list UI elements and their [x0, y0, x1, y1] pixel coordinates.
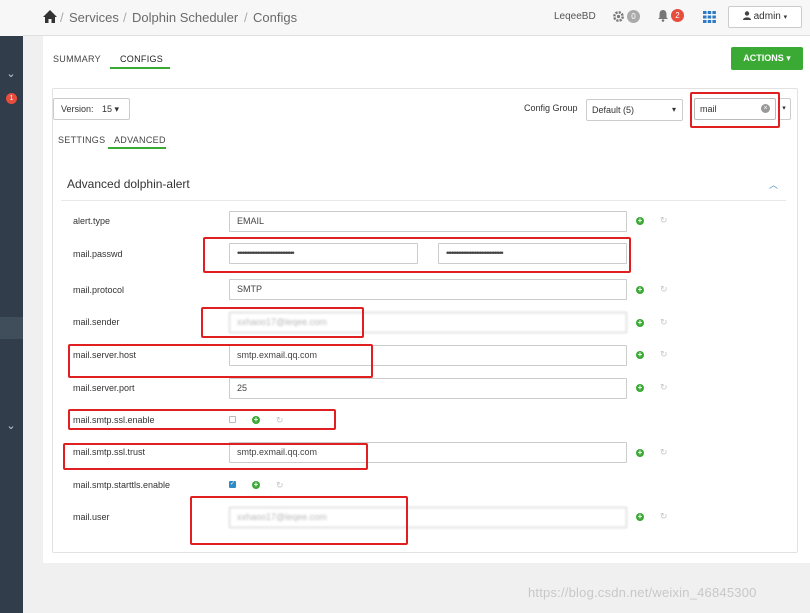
user-name: admin — [753, 11, 781, 22]
add-override-icon[interactable]: + — [636, 319, 644, 327]
version-value: 15 ▾ — [102, 104, 120, 114]
ops-count-badge: 0 — [627, 10, 640, 23]
starttls-enable-checkbox[interactable]: ✓ — [229, 481, 236, 488]
undo-icon[interactable]: ↻ — [660, 216, 669, 225]
undo-icon[interactable]: ↻ — [660, 350, 669, 359]
user-menu-button[interactable]: admin ▾ — [728, 6, 802, 28]
active-inner-tab-indicator — [108, 147, 166, 149]
property-label: alert.type — [73, 216, 111, 226]
add-override-icon[interactable]: + — [252, 481, 260, 489]
sidebar-active-item[interactable] — [0, 317, 23, 339]
cluster-name[interactable]: LeqeeBD — [554, 11, 596, 22]
add-override-icon[interactable]: + — [636, 384, 644, 392]
property-label: mail.smtp.starttls.enable — [73, 480, 171, 490]
breadcrumb-configs: Configs — [253, 10, 298, 25]
background-ops-button[interactable]: 0 — [612, 10, 640, 24]
notification-badge: 1 — [6, 93, 17, 104]
annotation-box — [68, 409, 336, 430]
breadcrumb-separator: / — [60, 10, 64, 25]
tab-settings[interactable]: SETTINGS — [58, 135, 105, 145]
left-sidebar: ⌄ 1 ⌄ — [0, 0, 23, 613]
annotation-box — [63, 443, 368, 470]
bell-icon — [658, 10, 668, 22]
home-icon[interactable] — [42, 9, 58, 24]
config-group-value: Default (5) — [592, 105, 635, 115]
caret-down-icon: ▾ — [782, 105, 786, 112]
add-override-icon[interactable]: + — [636, 351, 644, 359]
tab-configs[interactable]: CONFIGS — [120, 54, 163, 64]
undo-icon[interactable]: ↻ — [660, 285, 669, 294]
active-tab-indicator — [110, 67, 170, 69]
breadcrumb-separator: / — [244, 10, 248, 25]
add-override-icon[interactable]: + — [636, 513, 644, 521]
add-override-icon[interactable]: + — [636, 286, 644, 294]
property-input-alert-type[interactable]: EMAIL — [229, 211, 627, 232]
alerts-count-badge: 2 — [671, 9, 684, 22]
caret-down-icon: ▾ — [671, 105, 676, 114]
chevron-down-icon[interactable]: ⌄ — [6, 421, 16, 432]
annotation-box — [68, 344, 373, 378]
chevron-down-icon[interactable]: ⌄ — [6, 69, 16, 80]
version-dropdown[interactable]: Version: 15 ▾ — [53, 98, 130, 120]
alerts-button[interactable]: 2 — [657, 9, 684, 23]
property-label: mail.passwd — [73, 249, 123, 259]
property-input-mail-protocol[interactable]: SMTP — [229, 279, 627, 300]
property-label: mail.protocol — [73, 285, 125, 295]
add-override-icon[interactable]: + — [636, 449, 644, 457]
config-group-label: Config Group — [524, 103, 578, 113]
annotation-box — [203, 237, 631, 273]
add-override-icon[interactable]: + — [636, 217, 644, 225]
property-label: mail.sender — [73, 317, 120, 327]
undo-icon[interactable]: ↻ — [276, 481, 285, 490]
property-label: mail.user — [73, 512, 110, 522]
caret-down-icon: ▾ — [783, 14, 788, 21]
annotation-box — [201, 307, 364, 338]
undo-icon[interactable]: ↻ — [660, 448, 669, 457]
version-label: Version: — [61, 104, 94, 114]
watermark: https://blog.csdn.net/weixin_46845300 — [528, 585, 757, 600]
property-label: mail.server.port — [73, 383, 135, 393]
annotation-box — [690, 92, 780, 128]
undo-icon[interactable]: ↻ — [660, 318, 669, 327]
breadcrumb-dolphin-scheduler[interactable]: Dolphin Scheduler — [132, 10, 238, 25]
actions-button[interactable]: ACTIONS ▾ — [731, 47, 803, 70]
sidebar-top — [0, 0, 23, 36]
undo-icon[interactable]: ↻ — [660, 512, 669, 521]
breadcrumb-services[interactable]: Services — [69, 10, 119, 25]
gear-icon — [613, 11, 624, 22]
top-navbar: / Services / Dolphin Scheduler / Configs… — [23, 0, 810, 36]
config-group-select[interactable]: Default (5) ▾ — [586, 99, 683, 121]
section-divider — [61, 200, 786, 201]
user-icon — [742, 11, 751, 20]
property-input-mail-server-port[interactable]: 25 — [229, 378, 627, 399]
annotation-box — [190, 496, 408, 545]
tab-summary[interactable]: SUMMARY — [53, 54, 101, 64]
apps-grid-icon[interactable] — [703, 11, 716, 23]
breadcrumb-separator: / — [123, 10, 127, 25]
undo-icon[interactable]: ↻ — [660, 383, 669, 392]
chevron-up-icon[interactable]: ︿ — [769, 178, 778, 191]
section-title[interactable]: Advanced dolphin-alert — [67, 177, 190, 191]
tab-advanced[interactable]: ADVANCED — [114, 135, 166, 145]
